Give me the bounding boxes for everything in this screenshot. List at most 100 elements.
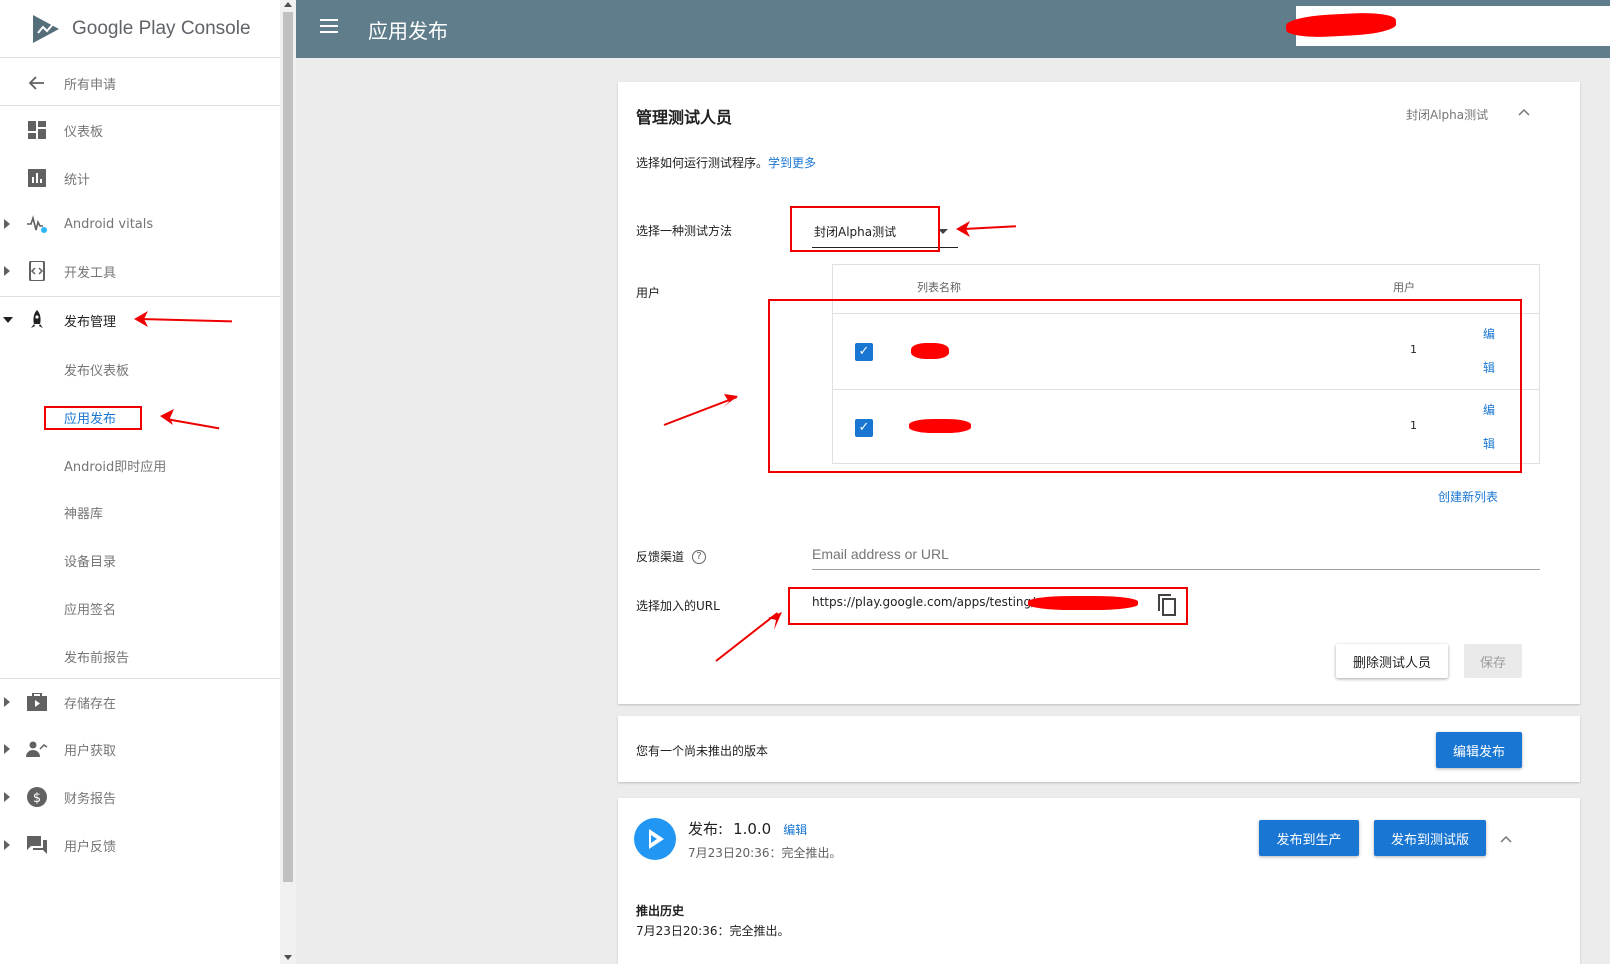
card-title: 管理测试人员 xyxy=(636,108,733,127)
sidebar-item-user-acquisition[interactable]: 用户获取 xyxy=(0,726,280,772)
brand-play: Play xyxy=(138,17,176,39)
scroll-up-icon[interactable] xyxy=(284,2,292,7)
sidebar-item-android-instant-apps[interactable]: Android即时应用 xyxy=(0,442,280,488)
dashboard-icon xyxy=(26,119,48,141)
sidebar-item-label: 设备目录 xyxy=(64,554,117,570)
feedback-channel-label: 反馈渠道 ? xyxy=(636,548,707,565)
annotation-box xyxy=(788,587,1188,625)
release-edit-link[interactable]: 编辑 xyxy=(783,821,807,838)
sidebar-item-pre-launch-report[interactable]: 发布前报告 xyxy=(0,633,280,679)
sidebar-item-label: 开发工具 xyxy=(64,265,117,281)
back-label: 所有申请 xyxy=(64,77,117,93)
annotation-box xyxy=(768,299,1522,473)
brand-console: Console xyxy=(180,17,251,39)
sidebar-item-label: 用户获取 xyxy=(64,743,117,759)
arrow-left-icon xyxy=(26,72,48,94)
sidebar-item-label: 财务报告 xyxy=(64,791,117,807)
sidebar: Google Play Console 所有申请 仪表板 统计 Android … xyxy=(0,0,280,964)
sidebar-item-label: Android即时应用 xyxy=(64,459,167,475)
redacted-scribble xyxy=(1285,11,1397,39)
feedback-channel-input[interactable] xyxy=(812,538,1540,570)
unreleased-version-card: 您有一个尚未推出的版本 编辑发布 xyxy=(618,716,1580,782)
collapse-arrow-icon[interactable] xyxy=(3,317,13,323)
annotation-box xyxy=(790,206,940,252)
save-button[interactable]: 保存 xyxy=(1464,644,1522,678)
sidebar-item-app-signing[interactable]: 应用签名 xyxy=(0,585,280,631)
sidebar-item-label: 发布仪表板 xyxy=(64,363,130,379)
help-icon[interactable]: ? xyxy=(692,549,707,564)
hamburger-menu-icon[interactable] xyxy=(320,19,338,33)
user-add-icon xyxy=(26,738,48,760)
expand-arrow-icon[interactable] xyxy=(4,266,10,276)
release-heading: 发布: 1.0.0 编辑 xyxy=(688,818,807,839)
sidebar-item-label: Android vitals xyxy=(64,216,154,232)
edit-release-button[interactable]: 编辑发布 xyxy=(1436,732,1522,768)
annotation-box xyxy=(44,406,142,430)
sidebar-item-dashboard[interactable]: 仪表板 xyxy=(0,107,280,153)
sidebar-item-release-dashboard[interactable]: 发布仪表板 xyxy=(0,346,280,392)
expand-arrow-icon[interactable] xyxy=(4,840,10,850)
store-icon xyxy=(26,691,48,713)
create-list-link[interactable]: 创建新列表 xyxy=(1438,488,1498,505)
bar-chart-icon xyxy=(26,167,48,189)
method-label: 选择一种测试方法 xyxy=(636,224,733,238)
release-status: 7月23日20:36：完全推出。 xyxy=(688,846,842,860)
annotation-arrowhead xyxy=(160,409,174,425)
unreleased-text: 您有一个尚未推出的版本 xyxy=(636,744,769,758)
sidebar-item-label: 发布管理 xyxy=(64,314,117,330)
delete-testers-button[interactable]: 删除测试人员 xyxy=(1336,644,1448,678)
expand-arrow-icon[interactable] xyxy=(4,744,10,754)
expand-arrow-icon[interactable] xyxy=(4,792,10,802)
account-switcher[interactable] xyxy=(1285,6,1610,46)
page-title: 应用发布 xyxy=(368,19,448,43)
release-to-production-button[interactable]: 发布到生产 xyxy=(1259,820,1359,856)
dev-tools-icon xyxy=(26,260,48,282)
release-label: 发布: xyxy=(688,820,724,838)
release-to-testing-button[interactable]: 发布到测试版 xyxy=(1374,820,1486,856)
rollout-history-title: 推出历史 xyxy=(636,904,685,918)
col-header-users: 用户 xyxy=(1393,281,1415,294)
release-version: 1.0.0 xyxy=(733,820,772,838)
sidebar-item-statistics[interactable]: 统计 xyxy=(0,155,280,201)
learn-more-link[interactable]: 学到更多 xyxy=(768,156,816,170)
sidebar-item-store-presence[interactable]: 存储存在 xyxy=(0,679,280,725)
sidebar-item-device-catalog[interactable]: 设备目录 xyxy=(0,537,280,583)
scroll-down-icon[interactable] xyxy=(284,955,292,960)
svg-text:$: $ xyxy=(33,791,41,806)
play-console-logo[interactable]: Google Play Console xyxy=(0,0,280,58)
sidebar-item-android-vitals[interactable]: Android vitals xyxy=(0,201,280,247)
top-app-bar: 应用发布 xyxy=(296,0,1610,58)
sidebar-item-label: 存储存在 xyxy=(64,696,117,712)
play-console-icon xyxy=(33,14,59,43)
annotation-arrowhead xyxy=(722,394,738,408)
back-all-apps[interactable]: 所有申请 xyxy=(0,60,280,106)
users-label: 用户 xyxy=(636,286,661,300)
sidebar-item-label: 应用签名 xyxy=(64,602,117,618)
sidebar-item-label: 统计 xyxy=(64,172,91,188)
release-play-icon xyxy=(634,818,676,860)
expand-arrow-icon[interactable] xyxy=(4,697,10,707)
rocket-icon xyxy=(26,309,48,331)
annotation-arrowhead xyxy=(956,221,970,237)
sidebar-item-artifact-library[interactable]: 神器库 xyxy=(0,489,280,535)
intro-text: 选择如何运行测试程序。学到更多 xyxy=(636,154,816,171)
track-label: 封闭Alpha测试 xyxy=(1406,108,1489,122)
brand-google: Google xyxy=(72,17,134,39)
manage-testers-card: 管理测试人员 封闭Alpha测试 选择如何运行测试程序。学到更多 选择一种测试方… xyxy=(618,82,1580,704)
scrollbar-thumb[interactable] xyxy=(283,12,293,882)
feedback-label: 反馈渠道 xyxy=(636,550,685,564)
dollar-icon: $ xyxy=(26,786,48,808)
release-card: 发布: 1.0.0 编辑 7月23日20:36：完全推出。 发布到生产 发布到测… xyxy=(618,798,1580,964)
sidebar-item-label: 仪表板 xyxy=(64,124,104,140)
sidebar-item-label: 用户反馈 xyxy=(64,839,117,855)
chevron-up-icon[interactable] xyxy=(1518,108,1530,116)
annotation-arrowhead xyxy=(768,612,782,630)
sidebar-item-financial-reports[interactable]: $ 财务报告 xyxy=(0,774,280,820)
chevron-up-icon[interactable] xyxy=(1500,835,1512,843)
sidebar-scrollbar[interactable] xyxy=(280,0,296,964)
sidebar-item-user-feedback[interactable]: 用户反馈 xyxy=(0,822,280,868)
sidebar-item-dev-tools[interactable]: 开发工具 xyxy=(0,248,280,294)
expand-arrow-icon[interactable] xyxy=(4,219,10,229)
rollout-history-entry: 7月23日20:36：完全推出。 xyxy=(636,924,790,938)
feedback-icon xyxy=(26,834,48,856)
